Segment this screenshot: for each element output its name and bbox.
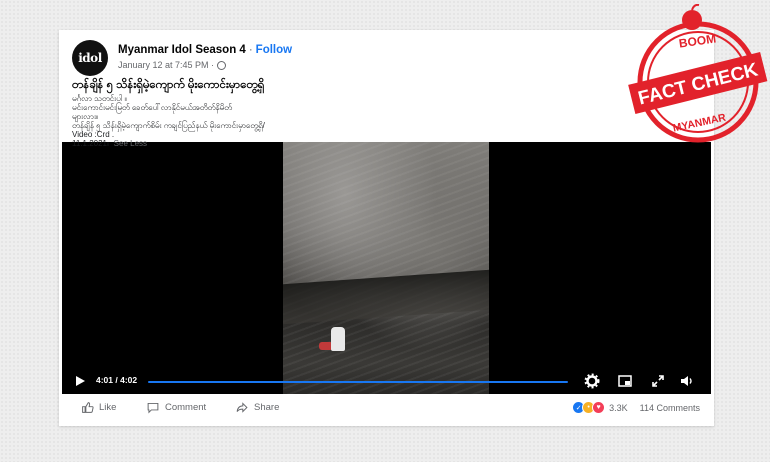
post-text-line: မင်္ဂလာ သတင်းပါ ။ bbox=[72, 94, 127, 103]
play-icon[interactable] bbox=[76, 376, 85, 386]
page-name-link[interactable]: Myanmar Idol Season 4 bbox=[118, 44, 246, 56]
bomb-icon bbox=[682, 10, 702, 30]
facebook-post-card: idol Myanmar Idol Season 4 · Follow Januar… bbox=[59, 30, 714, 426]
share-arrow-icon bbox=[236, 402, 248, 413]
post-text-line: မင်းကောင်းမင်းမြတ် ခေတ်ပေါ်လာနိုင်မယ်အတိ… bbox=[72, 103, 232, 112]
post-title: တန်ချိန် ၅ သိန်းရှိမဲ့ကျောက် မိုးကောင်းမ… bbox=[72, 79, 265, 91]
video-controls: 4:01 / 4:02 bbox=[62, 368, 711, 394]
post-date-line: 11.1.2021။ See Less bbox=[72, 139, 147, 148]
volume-icon[interactable] bbox=[679, 373, 695, 389]
settings-gear-icon[interactable] bbox=[584, 373, 600, 389]
comment-button[interactable]: Comment bbox=[146, 401, 206, 414]
thumbs-up-icon bbox=[82, 402, 94, 413]
reaction-summary[interactable]: ✓ • ♥ 3.3K 114 Comments bbox=[572, 401, 700, 414]
rock-texture bbox=[283, 142, 489, 394]
reaction-icons: ✓ • ♥ bbox=[572, 401, 606, 414]
share-label: Share bbox=[254, 402, 280, 413]
reaction-count: 3.3K bbox=[609, 402, 628, 413]
like-label: Like bbox=[99, 402, 117, 413]
post-meta: January 12 at 7:45 PM · bbox=[118, 60, 227, 70]
progress-bar[interactable] bbox=[148, 381, 568, 383]
see-less-link[interactable]: See Less bbox=[114, 139, 147, 148]
like-button[interactable]: Like bbox=[81, 401, 116, 414]
love-reaction-icon: ♥ bbox=[592, 401, 606, 414]
picture-in-picture-icon[interactable] bbox=[617, 373, 633, 389]
post-actions: Like Comment Share ✓ • ♥ 3.3K 114 Commen… bbox=[59, 398, 714, 420]
video-time: 4:01 / 4:02 bbox=[96, 375, 138, 385]
date-line-text: 11.1.2021။ bbox=[72, 139, 110, 148]
post-text-line: Video :Crd . bbox=[72, 130, 115, 139]
post-date-link[interactable]: January 12 at 7:45 PM · bbox=[118, 60, 214, 70]
share-button[interactable]: Share bbox=[235, 401, 279, 414]
person-figure bbox=[331, 327, 345, 351]
post-text-line: များလား။ bbox=[72, 112, 99, 121]
video-frame bbox=[283, 142, 489, 394]
post-text-line: တန်ချိန် ၅ သိန်းရှိမဲ့ကျောက်စိမ်း ကချင်ပ… bbox=[72, 121, 265, 130]
globe-icon bbox=[217, 60, 227, 70]
follow-button[interactable]: Follow bbox=[256, 44, 292, 56]
comment-label: Comment bbox=[165, 402, 207, 413]
fullscreen-icon[interactable] bbox=[650, 373, 666, 389]
boom-fact-check-stamp: BOOM FACT CHECK MYANMAR bbox=[628, 4, 768, 143]
video-player[interactable]: 4:01 / 4:02 bbox=[62, 142, 711, 394]
post-header: Myanmar Idol Season 4 · Follow bbox=[118, 44, 292, 56]
separator-dot: · bbox=[248, 44, 253, 56]
page-avatar[interactable]: idol bbox=[72, 40, 108, 76]
comment-count[interactable]: 114 Comments bbox=[640, 403, 700, 413]
comment-icon bbox=[147, 402, 159, 414]
